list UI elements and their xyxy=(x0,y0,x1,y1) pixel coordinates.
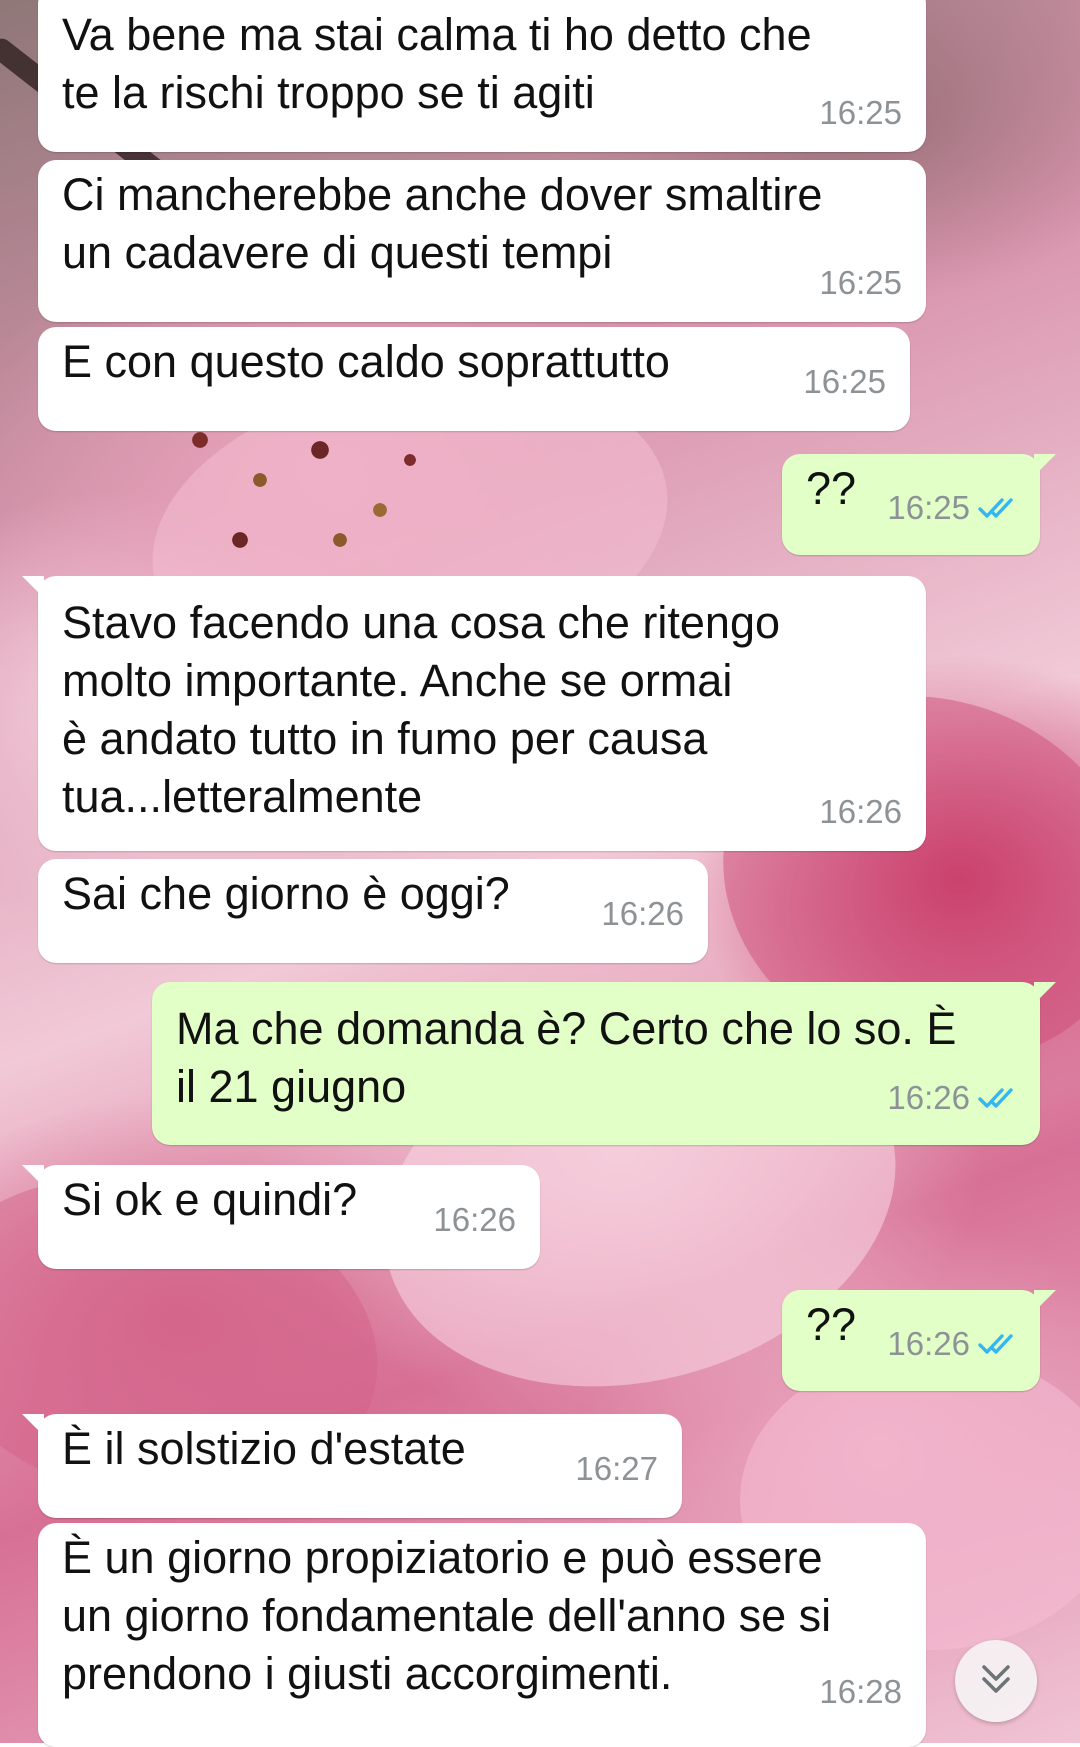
message-meta: 16:26 xyxy=(601,885,684,943)
incoming-message-bubble[interactable]: Si ok e quindi? 16:26 xyxy=(22,1165,540,1269)
message-text: ?? xyxy=(806,1299,857,1350)
message-time: 16:26 xyxy=(887,1079,970,1116)
incoming-message-bubble[interactable]: E con questo caldo soprattutto 16:25 xyxy=(38,327,910,431)
message-meta: 16:27 xyxy=(575,1440,658,1498)
message-meta: 16:25 xyxy=(819,84,902,142)
incoming-message-bubble[interactable]: È un giorno propiziatorio e può essere u… xyxy=(38,1523,926,1747)
bubble-tail xyxy=(22,576,44,598)
message-time: 16:26 xyxy=(819,793,902,830)
message-meta: 16:25 xyxy=(819,254,902,312)
message-meta: 16:26 xyxy=(433,1191,516,1249)
message-text: Va bene ma stai calma ti ho detto che te… xyxy=(62,9,812,118)
outgoing-message-bubble[interactable]: Ma che domanda è? Certo che lo so. È il … xyxy=(152,982,1056,1145)
message-text: ?? xyxy=(806,463,857,514)
incoming-message-bubble[interactable]: Sai che giorno è oggi? 16:26 xyxy=(38,859,708,963)
message-text: Stavo facendo una cosa che ritengo molto… xyxy=(62,597,781,822)
message-text: Sai che giorno è oggi? xyxy=(62,868,510,919)
message-meta: 16:25 xyxy=(803,353,886,411)
message-text: È il solstizio d'estate xyxy=(62,1423,466,1474)
outgoing-message-bubble[interactable]: ?? 16:26 xyxy=(782,1290,1056,1391)
chevron-double-down-icon xyxy=(976,1659,1016,1704)
message-text: Si ok e quindi? xyxy=(62,1174,358,1225)
bubble-tail xyxy=(1034,1290,1056,1312)
message-time: 16:26 xyxy=(433,1201,516,1238)
double-check-icon xyxy=(978,1086,1018,1110)
outgoing-message-bubble[interactable]: ?? 16:25 xyxy=(782,454,1056,555)
message-time: 16:27 xyxy=(575,1450,658,1487)
message-meta: 16:26 xyxy=(887,1315,1018,1373)
double-check-icon xyxy=(978,496,1018,520)
message-time: 16:25 xyxy=(803,363,886,400)
message-meta: 16:26 xyxy=(887,1069,1018,1127)
scroll-to-bottom-button[interactable] xyxy=(955,1640,1037,1722)
message-text: È un giorno propiziatorio e può essere u… xyxy=(62,1532,832,1699)
incoming-message-bubble[interactable]: Ci mancherebbe anche dover smaltire un c… xyxy=(38,160,926,322)
incoming-message-bubble[interactable]: Va bene ma stai calma ti ho detto che te… xyxy=(38,0,926,152)
message-time: 16:25 xyxy=(819,264,902,301)
message-meta: 16:25 xyxy=(887,479,1018,537)
message-time: 16:26 xyxy=(601,895,684,932)
message-text: Ma che domanda è? Certo che lo so. È il … xyxy=(176,1003,957,1112)
message-meta: 16:26 xyxy=(819,783,902,841)
incoming-message-bubble[interactable]: Stavo facendo una cosa che ritengo molto… xyxy=(22,576,926,851)
message-meta: 16:28 xyxy=(819,1663,902,1721)
message-time: 16:28 xyxy=(819,1673,902,1710)
message-text: E con questo caldo soprattutto xyxy=(62,336,670,387)
incoming-message-bubble[interactable]: È il solstizio d'estate 16:27 xyxy=(22,1414,682,1518)
wallpaper-stamens xyxy=(180,420,440,570)
message-time: 16:25 xyxy=(819,94,902,131)
bubble-tail xyxy=(22,1165,44,1187)
message-text: Ci mancherebbe anche dover smaltire un c… xyxy=(62,169,823,278)
double-check-icon xyxy=(978,1332,1018,1356)
bubble-tail xyxy=(1034,454,1056,476)
message-time: 16:25 xyxy=(887,489,970,526)
bubble-tail xyxy=(22,1414,44,1436)
bubble-tail xyxy=(1034,982,1056,1004)
message-time: 16:26 xyxy=(887,1325,970,1362)
